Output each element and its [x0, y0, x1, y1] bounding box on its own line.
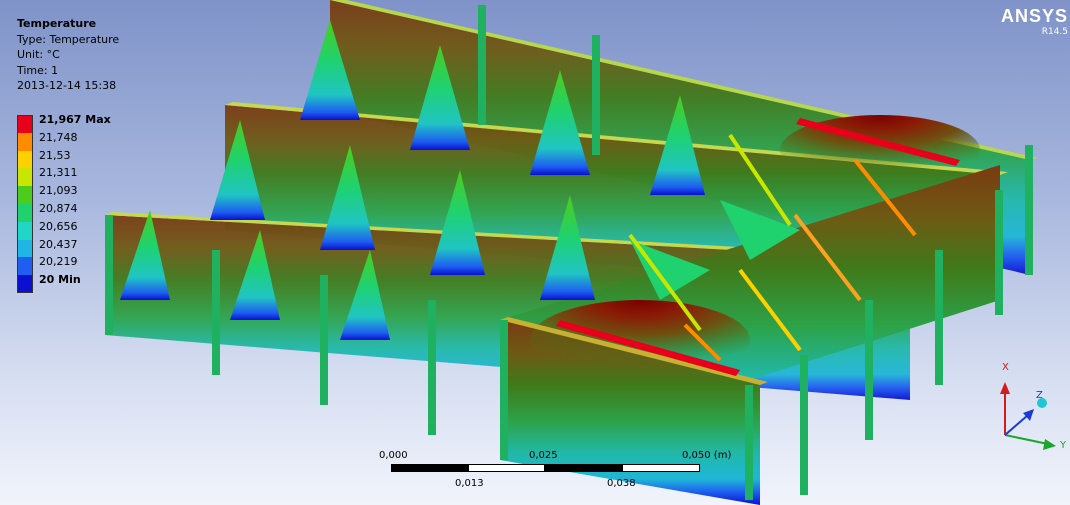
- result-timestamp: 2013-12-14 15:38: [17, 79, 117, 93]
- legend-label: 21,748: [39, 130, 78, 144]
- legend-label: 20 Min: [39, 273, 81, 287]
- result-time: Time: 1: [17, 63, 59, 77]
- legend-label: 21,53: [39, 148, 71, 162]
- scale-label-top: 0,000: [379, 450, 408, 461]
- brand-version: R14.5: [1041, 27, 1068, 37]
- scale-label-bottom: 0,013: [455, 478, 484, 489]
- result-unit: Unit: °C: [17, 48, 60, 62]
- triad-z-label: Z: [1036, 390, 1043, 401]
- model-geometry[interactable]: [0, 0, 1070, 505]
- legend-label: 21,967 Max: [39, 113, 111, 126]
- scale-segment: [468, 464, 545, 472]
- scale-segment: [545, 464, 622, 472]
- result-info-panel: Temperature Type: Temperature Unit: °C T…: [17, 16, 119, 94]
- legend-swatch: [17, 275, 33, 293]
- legend-swatch: [17, 221, 33, 240]
- triad-arrows: [1000, 382, 1056, 450]
- legend-label: 21,093: [39, 184, 78, 198]
- legend-label: 20,656: [39, 219, 78, 233]
- brand-logo: ANSYS R14.5: [1001, 6, 1068, 37]
- brand-name: ANSYS: [1000, 6, 1068, 26]
- scale-label-bottom: 0,038: [607, 478, 636, 489]
- axis-triad[interactable]: X Z Y: [990, 360, 1070, 460]
- legend-swatch: [17, 168, 33, 187]
- scale-segment: [391, 464, 468, 472]
- legend-label: 21,311: [39, 166, 78, 180]
- legend-label: 20,219: [39, 255, 78, 269]
- scale-segment: [622, 464, 700, 472]
- legend-swatch: [17, 257, 33, 276]
- legend-swatch: [17, 115, 33, 133]
- triad-y-label: Y: [1060, 440, 1067, 451]
- scale-label-top: 0,050 (m): [682, 450, 732, 461]
- result-type: Type: Temperature: [17, 32, 120, 46]
- legend-swatch: [17, 239, 33, 258]
- result-title: Temperature: [17, 17, 97, 30]
- legend-swatch: [17, 186, 33, 204]
- scale-bar: 0,000 0,025 0,050 (m) 0,013 0,038: [372, 448, 732, 496]
- scale-label-top: 0,025: [529, 450, 558, 461]
- legend-swatch: [17, 132, 33, 151]
- legend-label: 20,437: [39, 237, 78, 251]
- graphics-viewport[interactable]: [0, 0, 1070, 505]
- triad-x-label: X: [1002, 362, 1009, 373]
- legend-swatch: [17, 150, 33, 169]
- legend-label: 20,874: [39, 201, 78, 215]
- legend-swatch: [17, 203, 33, 222]
